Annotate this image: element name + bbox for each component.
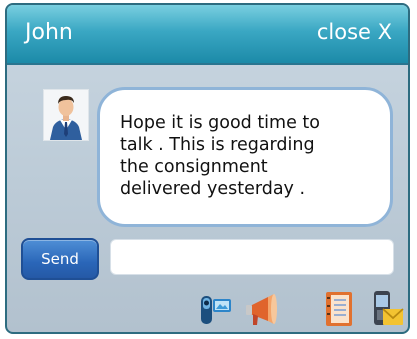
message-input[interactable] xyxy=(110,239,394,275)
megaphone-icon[interactable] xyxy=(244,289,280,329)
message-bubble: Hope it is good time to talk . This is r… xyxy=(97,87,393,227)
send-button[interactable]: Send xyxy=(21,238,99,280)
message-text: Hope it is good time to talk . This is r… xyxy=(120,113,320,199)
close-button[interactable]: close X xyxy=(317,20,392,44)
video-call-icon[interactable] xyxy=(198,289,234,329)
chat-window: John close X Hope it is good time to tal… xyxy=(5,3,410,334)
contact-name: John xyxy=(25,20,73,45)
notebook-icon[interactable] xyxy=(321,289,357,329)
user-avatar-icon xyxy=(43,89,89,141)
mobile-message-icon[interactable] xyxy=(369,289,405,329)
title-bar: John close X xyxy=(7,5,408,65)
